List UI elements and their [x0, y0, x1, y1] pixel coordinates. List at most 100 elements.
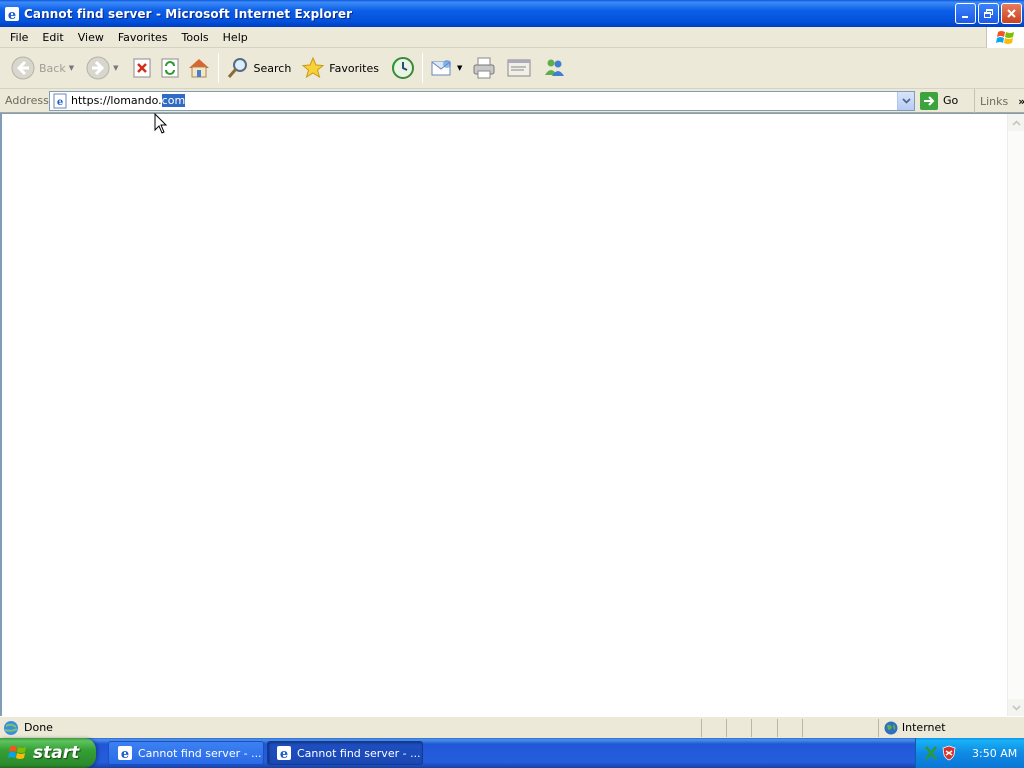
scroll-down-button[interactable]: [1008, 699, 1024, 716]
menu-file[interactable]: File: [0, 28, 35, 47]
mail-button[interactable]: ▼: [427, 52, 465, 84]
back-arrow-icon: [11, 56, 35, 80]
mouse-cursor-icon: [154, 113, 168, 134]
mail-dropdown-icon[interactable]: ▼: [457, 64, 462, 72]
search-button[interactable]: Search: [223, 52, 295, 84]
system-tray: 3:50 AM: [915, 738, 1024, 768]
address-label: Address: [5, 94, 49, 107]
refresh-icon: [161, 58, 178, 78]
chevron-up-icon: [1012, 119, 1021, 126]
status-cell: [751, 718, 776, 737]
network-icon[interactable]: [924, 745, 938, 761]
window-title: Cannot find server - Microsoft Internet …: [24, 6, 353, 21]
page-content[interactable]: [0, 113, 1024, 716]
taskbar-item-label: Cannot find server - ...: [138, 746, 262, 760]
back-label: Back: [39, 61, 66, 75]
links-label: Links: [980, 94, 1009, 108]
svg-text:e: e: [57, 97, 63, 108]
address-url-text: https://lomando.: [71, 94, 162, 107]
favorites-star-icon: [302, 56, 325, 79]
status-cell: [726, 718, 751, 737]
taskbar-item-active[interactable]: e Cannot find server - ...: [267, 741, 423, 765]
refresh-button[interactable]: [156, 52, 184, 84]
stop-button[interactable]: [128, 52, 156, 84]
edit-page-icon: [507, 59, 531, 77]
chevron-down-icon: [901, 97, 911, 104]
status-cell: [776, 718, 802, 737]
menu-help[interactable]: Help: [216, 28, 255, 47]
globe-icon: [884, 721, 898, 734]
search-icon: [227, 58, 247, 78]
back-dropdown-icon[interactable]: ▼: [69, 64, 74, 72]
restore-icon: [984, 9, 993, 18]
status-bar: Done Internet: [0, 716, 1024, 738]
back-button[interactable]: Back ▼: [8, 52, 77, 84]
svg-text:e: e: [280, 747, 288, 761]
chevron-down-icon: [1012, 704, 1021, 711]
address-dropdown-button[interactable]: [897, 91, 914, 110]
ie-icon: e: [277, 746, 291, 761]
edit-button[interactable]: [503, 52, 535, 84]
ie-icon: e: [118, 746, 132, 761]
toolbar-separator: [422, 53, 423, 83]
print-button[interactable]: [469, 52, 499, 84]
go-arrow-icon: [920, 91, 938, 110]
taskbar: start e Cannot find server - ... e Canno…: [0, 738, 1024, 768]
windows-logo-icon: [986, 27, 1024, 48]
taskbar-item-label: Cannot find server - ...: [297, 746, 421, 760]
menu-favorites[interactable]: Favorites: [111, 28, 175, 47]
forward-dropdown-icon[interactable]: ▼: [113, 64, 118, 72]
status-cell: [700, 718, 726, 737]
go-label: Go: [943, 94, 959, 107]
stop-icon: [133, 58, 150, 78]
history-icon: [392, 57, 414, 79]
close-icon: [1007, 9, 1016, 18]
menu-view[interactable]: View: [71, 28, 111, 47]
messenger-button[interactable]: [539, 52, 569, 84]
address-bar: Address e https://lomando.com Go Links »: [0, 89, 1024, 113]
standard-toolbar: Back ▼ ▼ Search Favorites ▼: [0, 48, 1024, 89]
close-button[interactable]: [1001, 3, 1022, 24]
address-url-selection: com: [161, 94, 186, 107]
favorites-label: Favorites: [329, 61, 379, 75]
forward-button[interactable]: ▼: [83, 52, 121, 84]
svg-text:e: e: [121, 747, 129, 761]
toolbar-separator: [217, 53, 219, 83]
status-text-area: Done: [0, 719, 699, 737]
page-done-icon: [4, 720, 18, 735]
messenger-icon: [545, 59, 565, 76]
taskbar-item[interactable]: e Cannot find server - ...: [108, 741, 264, 765]
home-button[interactable]: [184, 52, 214, 84]
menu-tools[interactable]: Tools: [175, 28, 216, 47]
start-button[interactable]: start: [0, 738, 96, 768]
printer-icon: [473, 57, 495, 79]
menu-bar: File Edit View Favorites Tools Help: [0, 27, 1024, 48]
favorites-button[interactable]: Favorites: [298, 52, 382, 84]
scroll-up-button[interactable]: [1008, 114, 1024, 131]
svg-text:e: e: [8, 8, 16, 22]
clock: 3:50 AM: [972, 746, 1018, 760]
status-text: Done: [24, 721, 53, 734]
address-input[interactable]: e https://lomando. com: [49, 90, 915, 111]
window-controls: [955, 3, 1022, 24]
ie-icon: e: [5, 6, 19, 22]
security-shield-icon[interactable]: [942, 745, 956, 761]
chevron-right-icon[interactable]: »: [1018, 95, 1024, 108]
home-icon: [188, 59, 209, 78]
mail-icon: [431, 60, 451, 76]
forward-arrow-icon: [86, 56, 110, 80]
minimize-icon: [962, 16, 968, 18]
zone-label: Internet: [901, 721, 946, 734]
history-button[interactable]: [388, 52, 418, 84]
menu-edit[interactable]: Edit: [35, 28, 70, 47]
minimize-button[interactable]: [955, 3, 976, 24]
vertical-scrollbar[interactable]: [1007, 114, 1024, 716]
search-label: Search: [253, 61, 292, 75]
security-zone[interactable]: Internet: [877, 718, 1024, 737]
page-icon: e: [53, 93, 67, 108]
title-bar[interactable]: e Cannot find server - Microsoft Interne…: [0, 0, 1024, 27]
go-button[interactable]: Go: [920, 91, 959, 110]
links-toolbar[interactable]: Links »: [974, 89, 1024, 113]
restore-button[interactable]: [978, 3, 999, 24]
windows-flag-icon: [8, 746, 26, 759]
